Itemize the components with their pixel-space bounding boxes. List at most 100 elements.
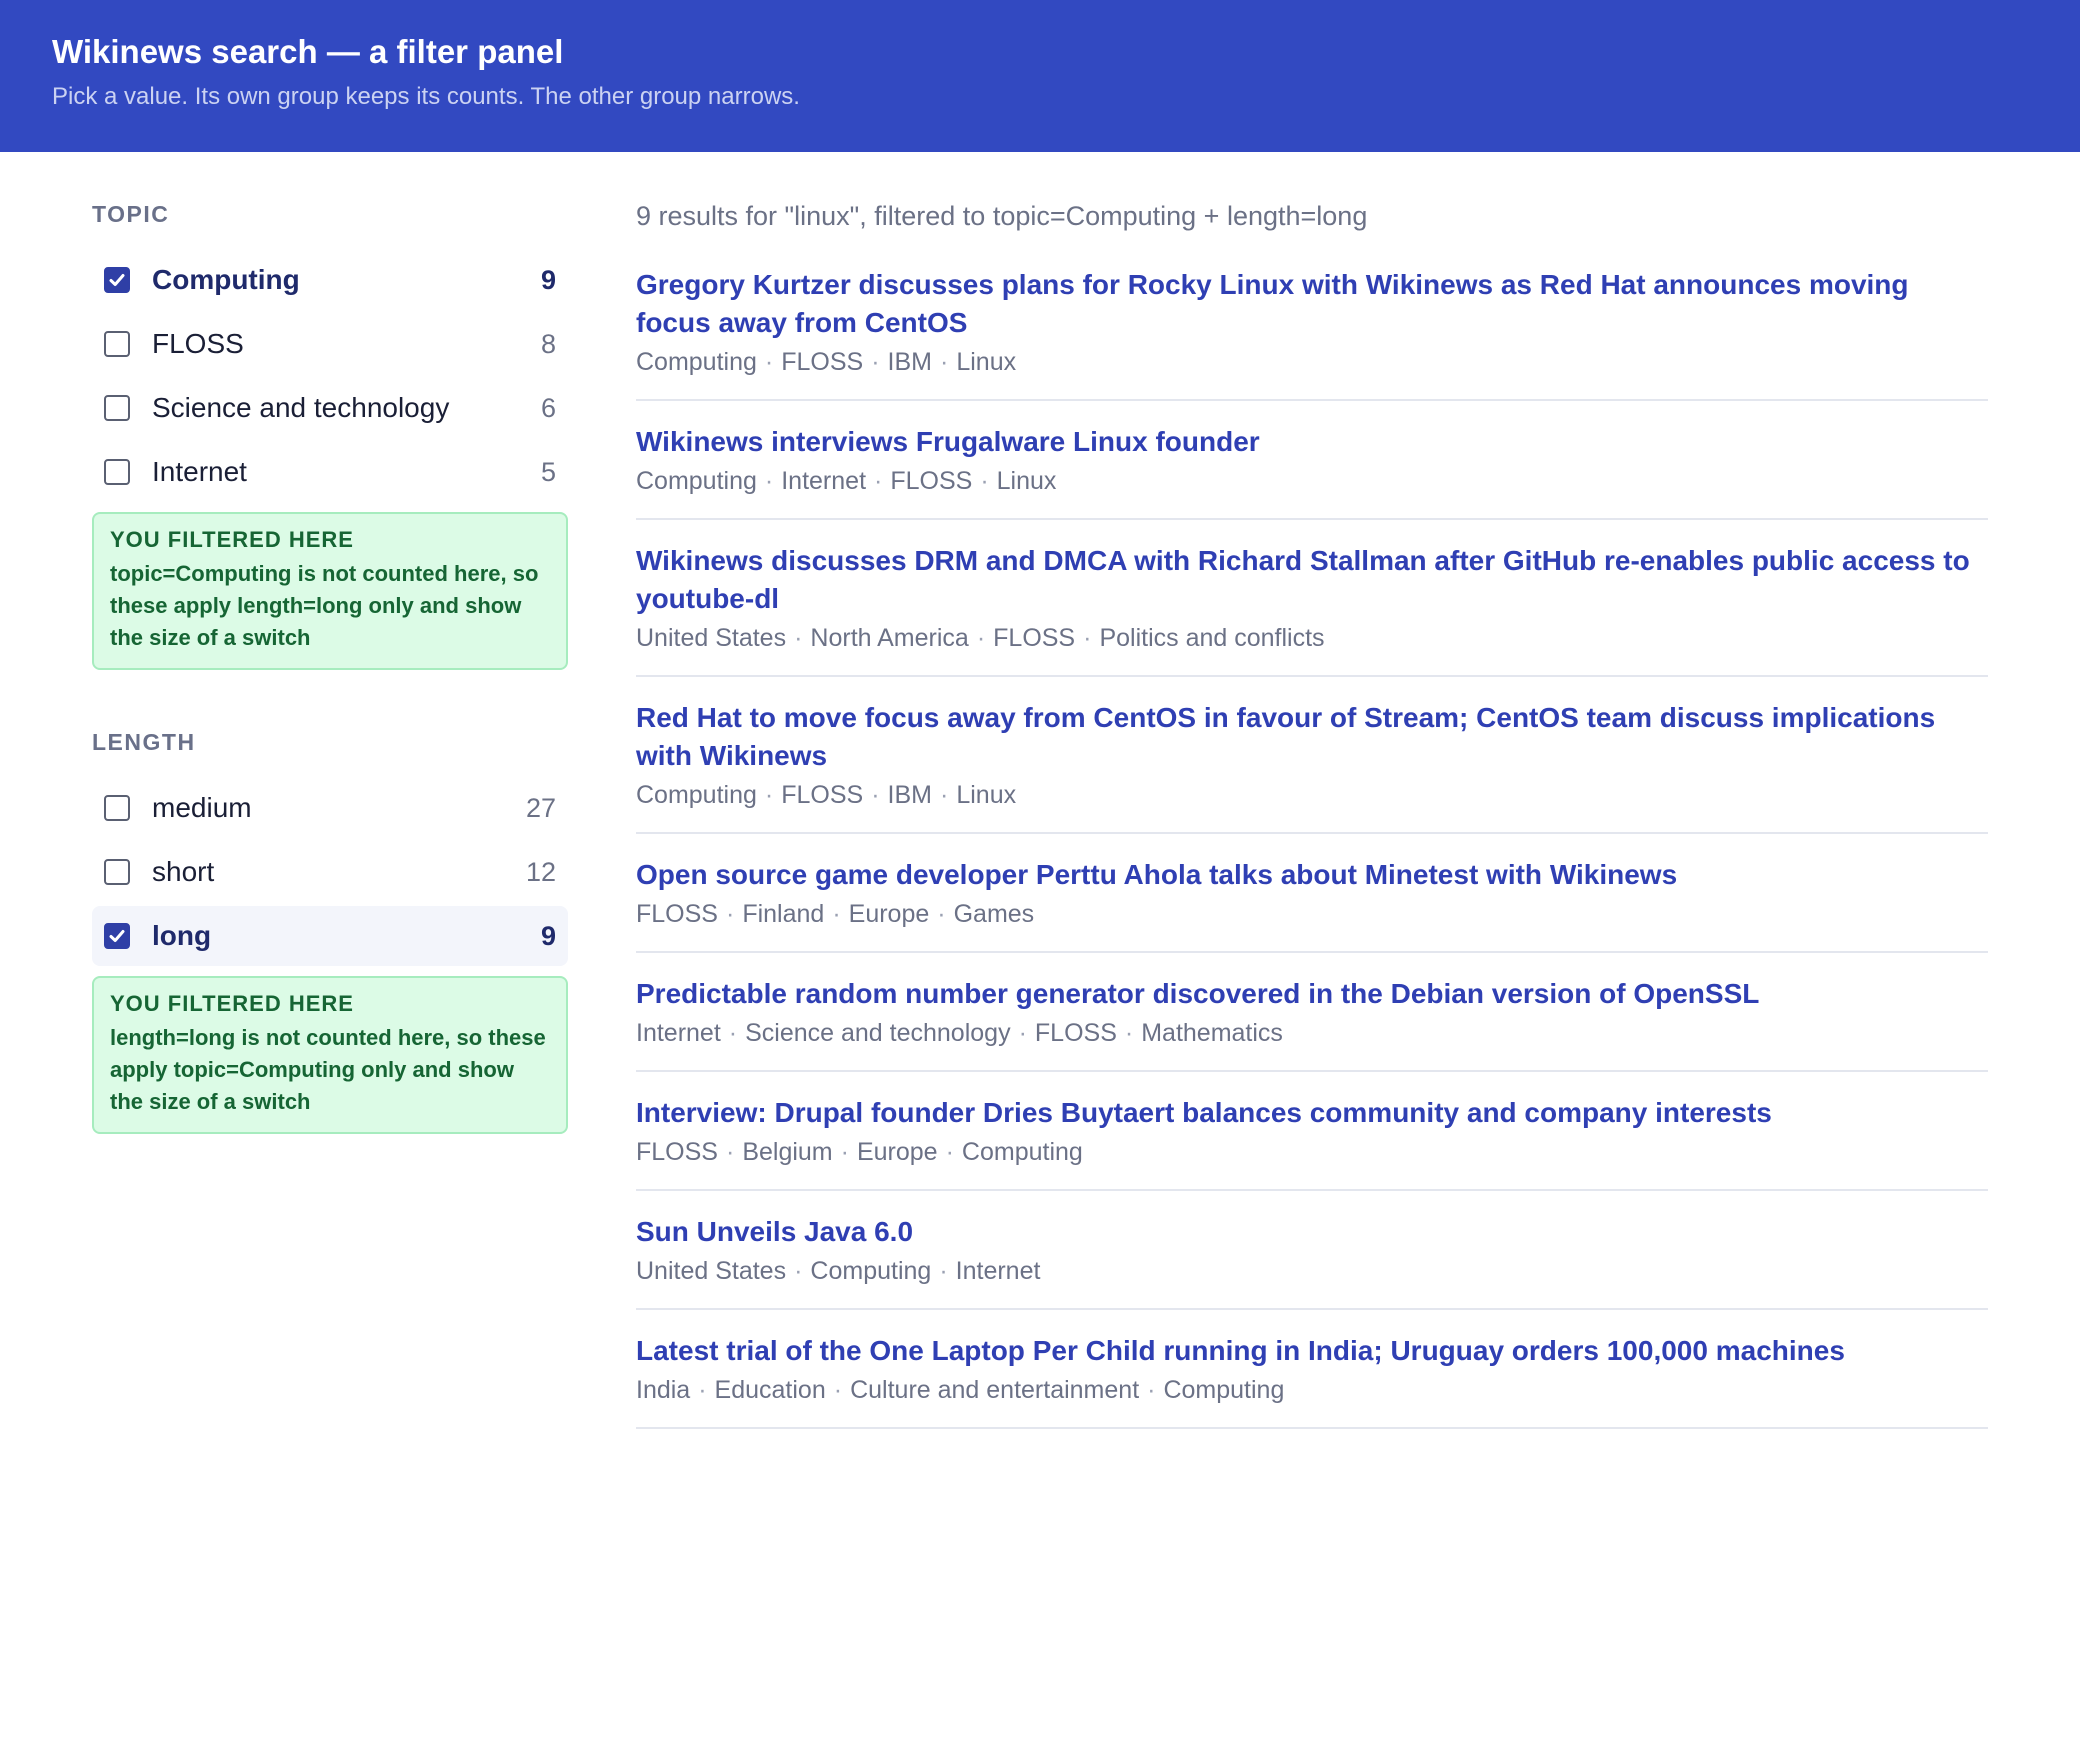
checkbox-icon[interactable] <box>104 459 130 485</box>
tag-separator: · <box>794 624 803 652</box>
result-tag: Belgium <box>742 1138 833 1166</box>
result-title-link[interactable]: Open source game developer Perttu Ahola … <box>636 856 1988 894</box>
facet-count: 27 <box>525 792 556 823</box>
tag-separator: · <box>698 1376 707 1404</box>
checkbox-icon[interactable] <box>104 795 130 821</box>
result-tag: IBM <box>887 348 932 376</box>
result-item: Sun Unveils Java 6.0 United States · Comput… <box>636 1213 1988 1310</box>
tag-separator: · <box>1124 1019 1134 1047</box>
result-title-link[interactable]: Wikinews interviews Frugalware Linux fou… <box>636 423 1988 461</box>
facet-option-science-and-technology[interactable]: Science and technology 6 <box>92 378 568 438</box>
tag-separator: · <box>871 348 880 376</box>
result-item: Interview: Drupal founder Dries Buytaert… <box>636 1094 1988 1191</box>
result-item: Latest trial of the One Laptop Per Child… <box>636 1332 1988 1429</box>
result-tag: Internet <box>781 467 867 495</box>
result-title-link[interactable]: Red Hat to move focus away from CentOS i… <box>636 699 1988 775</box>
result-tags: Computing · FLOSS · IBM · Linux <box>636 345 1988 379</box>
facet-label: medium <box>152 792 252 823</box>
filter-sidebar: TOPIC Computing 9 FLOSS 8 Science and techno… <box>92 200 568 1134</box>
tag-separator: · <box>1018 1019 1027 1047</box>
tag-separator: · <box>980 467 989 495</box>
result-item: Gregory Kurtzer discusses plans for Rock… <box>636 266 1988 401</box>
tag-separator: · <box>728 1019 738 1047</box>
result-tag: Europe <box>848 900 930 928</box>
note-title: YOU FILTERED HERE <box>110 991 354 1016</box>
filtered-here-note: YOU FILTERED HERE length=long is not cou… <box>92 976 568 1134</box>
facet-group-title: TOPIC <box>92 201 170 227</box>
result-tag: FLOSS <box>636 900 718 928</box>
result-tag: FLOSS <box>781 781 864 809</box>
facet-count: 5 <box>540 456 556 487</box>
result-tag: Computing <box>636 781 757 809</box>
facet-option-internet[interactable]: Internet 5 <box>92 442 568 502</box>
result-tag: Science and technology <box>745 1019 1011 1047</box>
result-tag: Computing <box>636 348 757 376</box>
tag-separator: · <box>940 348 949 376</box>
result-tag: FLOSS <box>781 348 864 376</box>
result-tag: Culture and entertainment <box>850 1376 1140 1404</box>
result-title-link[interactable]: Predictable random number generator disc… <box>636 975 1988 1013</box>
result-item: Wikinews discusses DRM and DMCA with Ric… <box>636 542 1988 677</box>
result-tag: Politics and conflicts <box>1099 624 1325 652</box>
result-tag: Computing <box>1163 1376 1285 1404</box>
tag-separator: · <box>939 1257 948 1285</box>
facet-option-long[interactable]: long 9 <box>92 906 568 966</box>
tag-separator: · <box>945 1138 954 1166</box>
result-tag: India <box>636 1376 691 1404</box>
result-item: Red Hat to move focus away from CentOS i… <box>636 699 1988 834</box>
facet-group-length: LENGTH medium 27 short 12 long 9 YOU FILTERED… <box>92 728 568 1134</box>
result-title-link[interactable]: Interview: Drupal founder Dries Buytaert… <box>636 1094 1988 1132</box>
result-item: Predictable random number generator disc… <box>636 975 1988 1072</box>
facet-count: 12 <box>525 856 556 887</box>
note-body: length=long is not counted here, so thes… <box>110 1025 546 1114</box>
results-panel: 9 results for "linux", filtered to topic… <box>636 196 1988 1451</box>
results-summary: 9 results for "linux", filtered to topic… <box>636 201 1368 231</box>
tag-separator: · <box>937 900 946 928</box>
checkbox-icon[interactable] <box>104 395 130 421</box>
result-tag: FLOSS <box>890 467 973 495</box>
facet-count: 9 <box>540 264 556 295</box>
result-tag: IBM <box>887 781 932 809</box>
facet-label: Science and technology <box>152 392 450 423</box>
tag-separator: · <box>725 900 735 928</box>
result-tags: FLOSS · Finland · Europe · Games <box>636 897 1988 931</box>
result-tag: Internet <box>955 1257 1041 1285</box>
facet-label: FLOSS <box>152 328 244 359</box>
result-tag: Mathematics <box>1141 1019 1283 1047</box>
note-body: topic=Computing is not counted here, so … <box>110 561 539 650</box>
result-tags: Computing · FLOSS · IBM · Linux <box>636 778 1988 812</box>
result-tag: Computing <box>961 1138 1083 1166</box>
page-title: Wikinews search — a filter panel <box>52 33 564 70</box>
result-tag: Computing <box>636 467 757 495</box>
result-item: Wikinews interviews Frugalware Linux fou… <box>636 423 1988 520</box>
facet-option-medium[interactable]: medium 27 <box>92 778 568 838</box>
result-tag: FLOSS <box>1034 1019 1117 1047</box>
checkbox-checked-icon[interactable] <box>104 923 130 949</box>
facet-group-topic: TOPIC Computing 9 FLOSS 8 Science and techno… <box>92 200 568 670</box>
facet-count: 9 <box>540 920 556 951</box>
result-title-link[interactable]: Gregory Kurtzer discusses plans for Rock… <box>636 266 1988 342</box>
filtered-here-note: YOU FILTERED HERE topic=Computing is not… <box>92 512 568 670</box>
result-list: Gregory Kurtzer discusses plans for Rock… <box>636 266 1988 1429</box>
facet-option-computing[interactable]: Computing 9 <box>92 250 568 310</box>
facet-count: 6 <box>540 392 556 423</box>
result-tags: Internet · Science and technology · FLOSS · Ma… <box>636 1016 1988 1050</box>
facet-option-short[interactable]: short 12 <box>92 842 568 902</box>
result-tag: FLOSS <box>993 624 1076 652</box>
result-title-link[interactable]: Latest trial of the One Laptop Per Child… <box>636 1332 1988 1370</box>
page-header: Wikinews search — a filter panel Pick a … <box>0 0 2080 152</box>
facet-option-floss[interactable]: FLOSS 8 <box>92 314 568 374</box>
result-item: Open source game developer Perttu Ahola … <box>636 856 1988 953</box>
tag-separator: · <box>832 900 841 928</box>
checkbox-checked-icon[interactable] <box>104 267 130 293</box>
result-title-link[interactable]: Sun Unveils Java 6.0 <box>636 1213 1988 1251</box>
checkbox-icon[interactable] <box>104 859 130 885</box>
result-title-link[interactable]: Wikinews discusses DRM and DMCA with Ric… <box>636 542 1988 618</box>
facet-count: 8 <box>540 328 556 359</box>
tag-separator: · <box>1147 1376 1156 1404</box>
result-tag: North America <box>810 624 969 652</box>
result-tags: FLOSS · Belgium · Europe · Computing <box>636 1135 1988 1169</box>
result-tag: United States <box>636 624 787 652</box>
checkbox-icon[interactable] <box>104 331 130 357</box>
tag-separator: · <box>764 348 774 376</box>
